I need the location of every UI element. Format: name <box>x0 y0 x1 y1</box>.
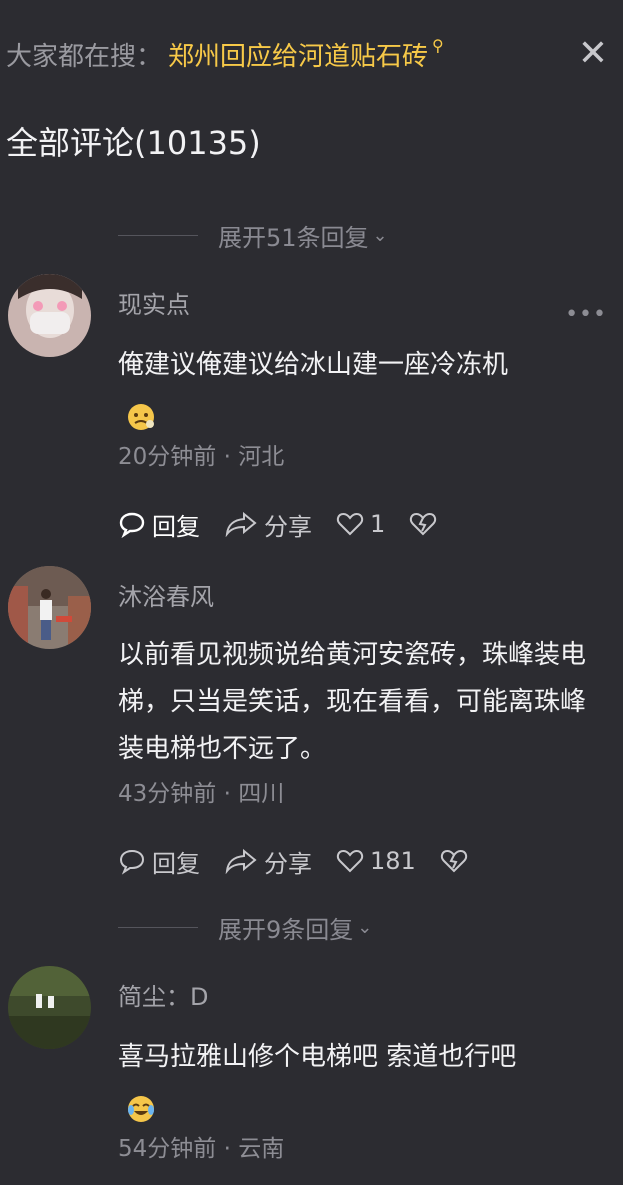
heart-icon <box>336 849 364 873</box>
reply-icon <box>119 849 145 875</box>
dislike-button[interactable] <box>409 511 443 537</box>
cold-face-emoji-icon <box>126 401 156 431</box>
like-count: 1 <box>370 510 386 538</box>
share-icon <box>225 511 257 537</box>
avatar[interactable] <box>8 966 91 1049</box>
trending-search-term[interactable]: 郑州回应给河道贴石砖 <box>168 36 428 73</box>
share-button[interactable]: 分享 <box>224 507 312 542</box>
chevron-down-icon: ⌄ <box>357 916 373 938</box>
comment-text-content: 俺建议俺建议给冰山建一座冷冻机 <box>118 350 509 380</box>
share-icon <box>225 848 257 874</box>
reply-label: 回复 <box>152 512 200 541</box>
trending-search-bar[interactable]: 大家都在搜： 郑州回应给河道贴石砖 ⚲ <box>6 32 444 76</box>
comment-text: 喜马拉雅山修个电梯吧 索道也行吧 <box>118 1034 595 1128</box>
comment-text: 俺建议俺建议给冰山建一座冷冻机 <box>118 342 595 436</box>
expand-replies-label: 展开51条回复 <box>218 223 369 252</box>
comment-actions: 回复 分享 181 <box>118 841 595 881</box>
search-prefix-label: 大家都在搜： <box>6 41 163 72</box>
divider-line <box>118 926 198 928</box>
avatar[interactable] <box>8 566 91 649</box>
reply-button[interactable]: 回复 <box>118 844 200 879</box>
comment-username[interactable]: 简尘：D <box>118 980 595 1014</box>
reply-label: 回复 <box>152 849 200 878</box>
share-label: 分享 <box>264 512 312 541</box>
comment-actions: 回复 分享 1 <box>118 504 595 544</box>
share-label: 分享 <box>264 849 312 878</box>
crying-laughing-emoji-icon <box>126 1093 156 1123</box>
comment-meta: 54分钟前 · 云南 <box>118 1136 285 1162</box>
dislike-button[interactable] <box>440 848 474 874</box>
reply-button[interactable]: 回复 <box>118 507 200 542</box>
share-button[interactable]: 分享 <box>224 844 312 879</box>
like-button[interactable]: 1 <box>336 510 385 538</box>
close-button[interactable]: ✕ <box>577 36 609 72</box>
expand-replies-label: 展开9条回复 <box>218 915 354 944</box>
expand-replies-button[interactable]: 展开51条回复 ⌄ <box>118 218 388 252</box>
search-icon: ⚲ <box>432 36 444 55</box>
comment-meta: 43分钟前 · 四川 <box>118 781 285 807</box>
expand-replies-button[interactable]: 展开9条回复 ⌄ <box>118 910 372 944</box>
comment-username[interactable]: 沐浴春风 <box>118 580 595 614</box>
comment-text-content: 喜马拉雅山修个电梯吧 索道也行吧 <box>118 1042 517 1072</box>
heart-icon <box>336 512 364 536</box>
chevron-down-icon: ⌄ <box>372 224 388 246</box>
like-button[interactable]: 181 <box>336 847 416 875</box>
comment-meta: 20分钟前 · 河北 <box>118 444 285 470</box>
avatar[interactable] <box>8 274 91 357</box>
reply-icon <box>119 512 145 538</box>
more-options-icon[interactable]: ••• <box>565 302 607 327</box>
comments-title: 全部评论(10135) <box>6 124 261 162</box>
comment-username[interactable]: 现实点 <box>118 288 595 322</box>
like-count: 181 <box>370 847 416 875</box>
broken-heart-icon <box>440 849 467 873</box>
comment-text: 以前看见视频说给黄河安瓷砖，珠峰装电梯，只当是笑话，现在看看，可能离珠峰装电梯也… <box>118 640 587 764</box>
broken-heart-icon <box>410 512 437 536</box>
divider-line <box>118 234 198 236</box>
